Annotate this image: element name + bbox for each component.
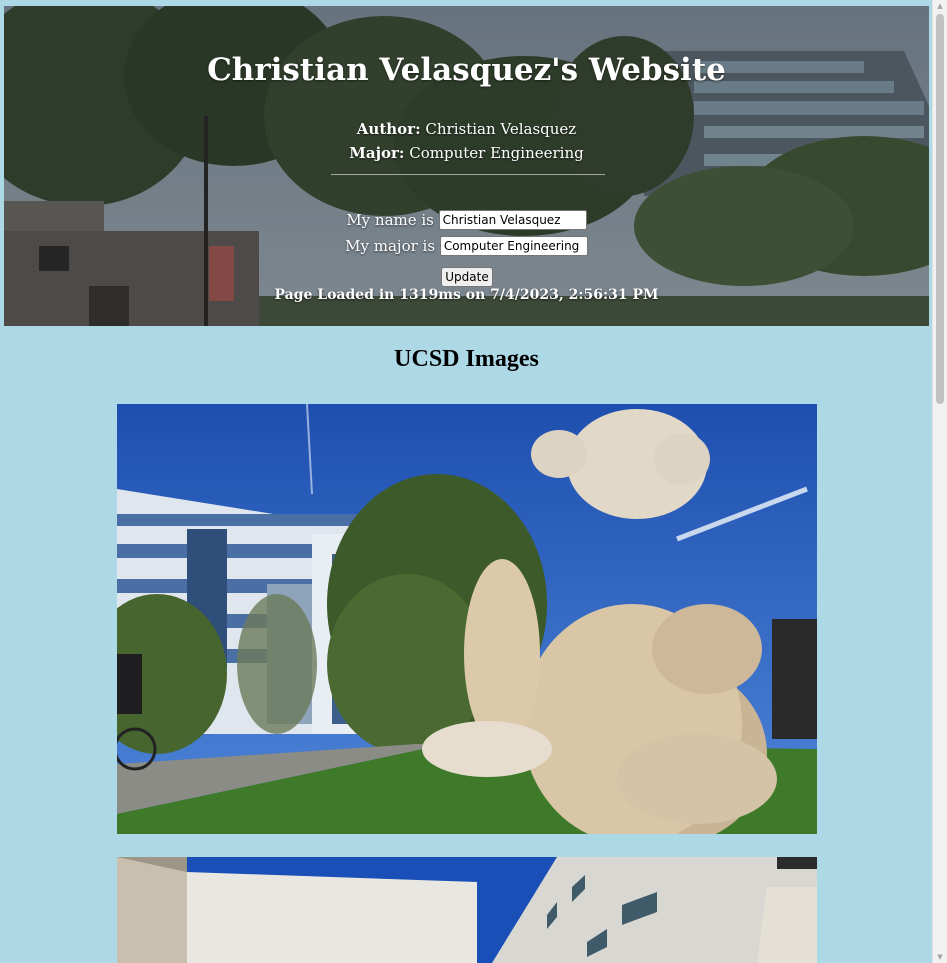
scroll-down-icon[interactable]: ▼ bbox=[933, 951, 947, 963]
major-form-row: My major is bbox=[4, 236, 929, 256]
page-viewport: Christian Velasquez's Website Author: Ch… bbox=[0, 0, 947, 963]
author-label: Author: bbox=[356, 120, 421, 138]
building-photo bbox=[117, 857, 817, 963]
header-banner: Christian Velasquez's Website Author: Ch… bbox=[4, 6, 929, 326]
update-button[interactable]: Update bbox=[441, 267, 493, 287]
scroll-up-icon[interactable]: ▲ bbox=[933, 0, 947, 12]
name-input[interactable] bbox=[438, 210, 587, 230]
major-value: Computer Engineering bbox=[409, 144, 584, 162]
author-line: Author: Christian Velasquez bbox=[4, 120, 929, 138]
major-label: Major: bbox=[349, 144, 405, 162]
name-form-row: My name is bbox=[4, 210, 929, 230]
ucsd-image-bear-sculpture bbox=[117, 404, 817, 834]
page-loaded-status: Page Loaded in 1319ms on 7/4/2023, 2:56:… bbox=[274, 287, 659, 303]
author-value: Christian Velasquez bbox=[425, 120, 577, 138]
bear-sculpture-photo bbox=[117, 404, 817, 834]
major-input[interactable] bbox=[439, 236, 588, 256]
major-line: Major: Computer Engineering bbox=[4, 144, 929, 162]
site-title: Christian Velasquez's Website bbox=[207, 52, 726, 88]
scroll-thumb[interactable] bbox=[936, 14, 944, 404]
name-input-label: My name is bbox=[346, 211, 434, 229]
major-input-label: My major is bbox=[345, 237, 436, 255]
vertical-scrollbar[interactable]: ▲ ▼ bbox=[932, 0, 947, 963]
images-section-title: UCSD Images bbox=[394, 346, 539, 372]
header-divider bbox=[331, 174, 605, 175]
ucsd-image-building bbox=[117, 857, 817, 963]
